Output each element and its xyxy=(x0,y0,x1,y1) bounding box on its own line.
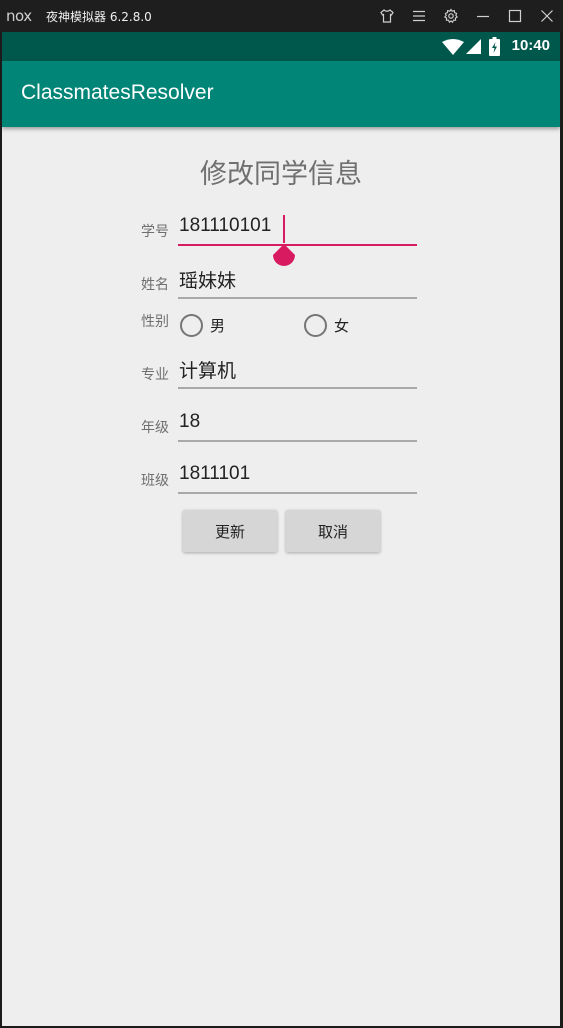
student-id-label: 学号 xyxy=(141,224,169,240)
gender-label: 性别 xyxy=(141,314,169,330)
maximize-icon[interactable] xyxy=(505,6,525,26)
major-label: 专业 xyxy=(141,367,169,383)
radio-button-icon[interactable] xyxy=(304,314,327,337)
name-label: 姓名 xyxy=(141,277,169,293)
name-input[interactable] xyxy=(178,265,417,299)
class-input[interactable] xyxy=(178,460,417,494)
svg-text:nox: nox xyxy=(6,7,32,25)
gender-radio-male[interactable]: 男 xyxy=(180,314,225,337)
status-bar: 10:40 xyxy=(2,32,560,61)
class-label: 班级 xyxy=(141,473,169,489)
update-button[interactable]: 更新 xyxy=(183,510,277,552)
page-title: 修改同学信息 xyxy=(200,159,362,190)
cancel-button[interactable]: 取消 xyxy=(286,510,380,552)
app-bar: ClassmatesResolver xyxy=(2,61,560,127)
settings-gear-icon[interactable] xyxy=(441,6,461,26)
gender-option-male-label: 男 xyxy=(210,317,226,335)
gender-radio-female[interactable]: 女 xyxy=(304,314,349,337)
emulator-title: 夜神模拟器 6.2.8.0 xyxy=(46,10,152,24)
gender-option-female-label: 女 xyxy=(334,317,350,335)
emulator-title-bar: nox 夜神模拟器 6.2.8.0 xyxy=(0,0,563,32)
nox-logo-icon: nox xyxy=(6,7,33,25)
student-id-input[interactable] xyxy=(178,212,417,246)
radio-button-icon[interactable] xyxy=(180,314,203,337)
cellular-signal-icon xyxy=(466,39,481,54)
app-title: ClassmatesResolver xyxy=(21,81,214,104)
major-input[interactable] xyxy=(178,355,417,389)
minimize-icon[interactable] xyxy=(473,6,493,26)
menu-icon[interactable] xyxy=(409,6,429,26)
text-cursor xyxy=(283,215,285,243)
battery-charging-icon xyxy=(489,37,500,56)
skin-icon[interactable] xyxy=(377,6,397,26)
grade-label: 年级 xyxy=(141,420,169,436)
close-icon[interactable] xyxy=(537,6,557,26)
android-screen: 10:40 ClassmatesResolver 修改同学信息 学号 姓名 性别… xyxy=(2,32,560,1026)
wifi-icon xyxy=(442,39,464,55)
grade-input[interactable] xyxy=(178,408,417,442)
status-time: 10:40 xyxy=(511,37,550,54)
